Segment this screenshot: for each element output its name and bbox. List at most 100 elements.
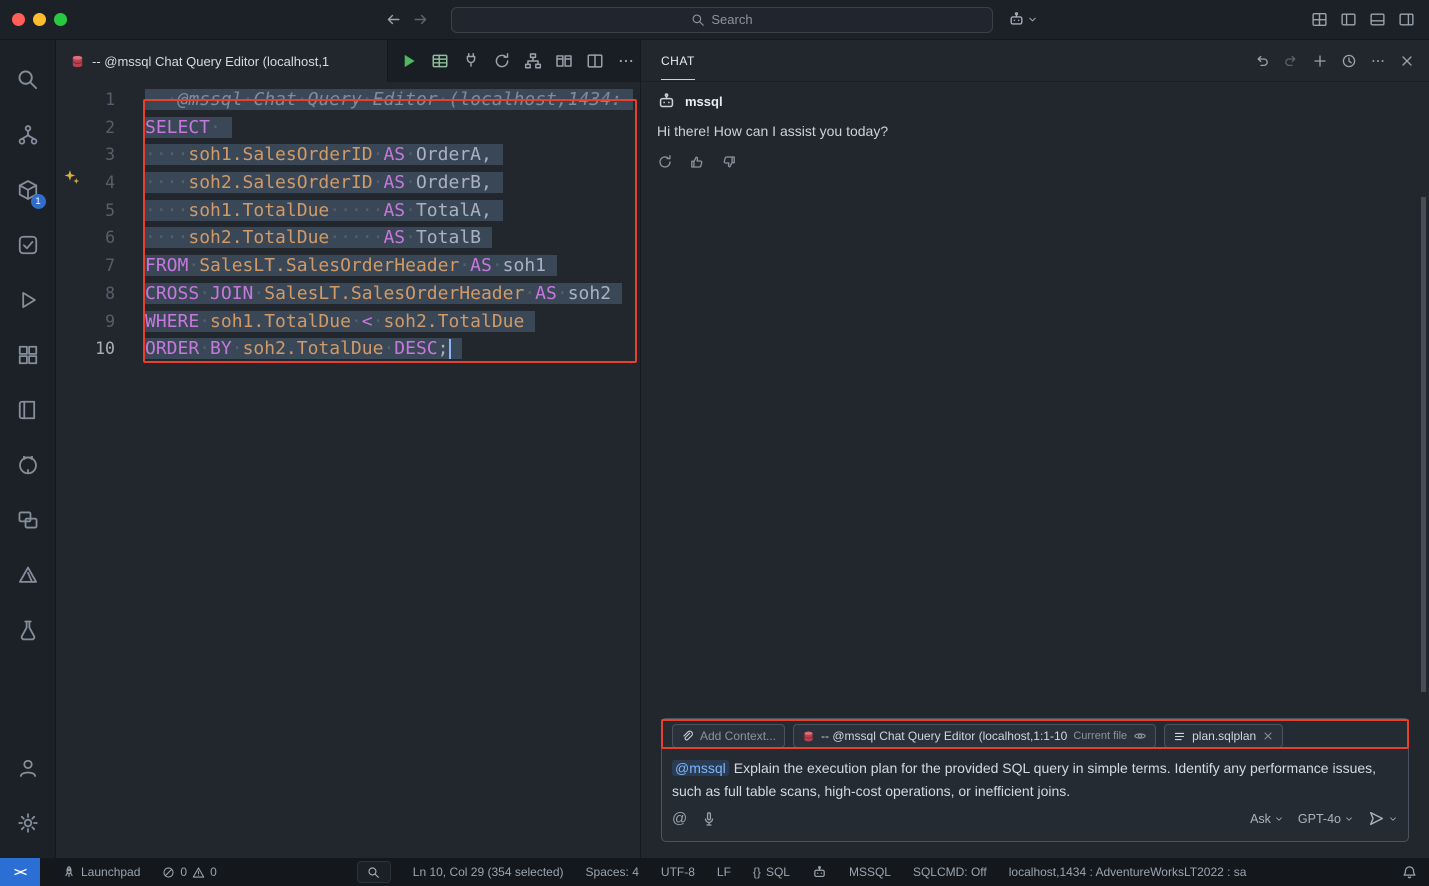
new-chat-icon[interactable] xyxy=(1312,53,1328,69)
change-connection-icon[interactable] xyxy=(493,52,511,70)
thumbs-down-icon[interactable] xyxy=(721,154,737,170)
minimize-window-button[interactable] xyxy=(33,13,46,26)
sidebar-item-fabric[interactable] xyxy=(4,602,52,657)
code-line[interactable]: 10 ORDER·BY·soh2.TotalDue·DESC; xyxy=(56,335,640,363)
statusbar-launchpad[interactable]: Launchpad xyxy=(62,865,140,879)
context-pill-sqlplan[interactable]: plan.sqlplan xyxy=(1164,724,1283,748)
mention-button[interactable]: @ xyxy=(672,810,687,827)
run-query-button[interactable] xyxy=(400,52,418,70)
code-line[interactable]: 4····soh2.SalesOrderID·AS·OrderB, xyxy=(56,169,640,197)
schema-hierarchy-icon[interactable] xyxy=(524,52,542,70)
code-lines[interactable]: 1 --·@mssql·Chat·Query·Editor·(localhost,… xyxy=(56,86,640,363)
code-editor[interactable]: 1 --·@mssql·Chat·Query·Editor·(localhost,… xyxy=(56,82,640,858)
connect-plug-icon[interactable] xyxy=(462,52,480,70)
thumbs-up-icon[interactable] xyxy=(689,154,705,170)
code-line[interactable]: 1 --·@mssql·Chat·Query·Editor·(localhost,… xyxy=(56,86,640,114)
results-grid-icon[interactable] xyxy=(431,52,449,70)
statusbar-cursor-position[interactable]: Ln 10, Col 29 (354 selected) xyxy=(413,865,564,879)
close-window-button[interactable] xyxy=(12,13,25,26)
copilot-sparkle-icon[interactable] xyxy=(63,168,80,185)
line-number[interactable]: 10 xyxy=(56,335,115,363)
toggle-panel-left-icon[interactable] xyxy=(1340,11,1357,28)
sidebar-item-search[interactable] xyxy=(4,52,52,107)
remote-indicator[interactable]: >< xyxy=(0,858,40,886)
statusbar-indentation[interactable]: Spaces: 4 xyxy=(586,865,639,879)
code-line-content[interactable]: ····soh1.TotalDue·····AS·TotalA, xyxy=(145,197,503,225)
sidebar-item-testing[interactable] xyxy=(4,217,52,272)
customize-layout-icon[interactable] xyxy=(1311,11,1328,28)
mic-icon[interactable] xyxy=(701,811,717,827)
more-actions-icon[interactable] xyxy=(617,52,635,70)
code-line-content[interactable]: ····soh2.SalesOrderID·AS·OrderB, xyxy=(145,169,503,197)
line-number[interactable]: 6 xyxy=(56,224,115,252)
code-line-content[interactable]: CROSS·JOIN·SalesLT.SalesOrderHeader·AS·s… xyxy=(145,280,622,308)
context-pill-current-file[interactable]: -- @mssql Chat Query Editor (localhost,1… xyxy=(793,724,1156,748)
sidebar-item-azure[interactable] xyxy=(4,547,52,602)
toggle-panel-right-icon[interactable] xyxy=(1398,11,1415,28)
send-options-chevron-icon[interactable] xyxy=(1388,814,1398,824)
statusbar-eol[interactable]: LF xyxy=(717,865,731,879)
chat-history-icon[interactable] xyxy=(1341,53,1357,69)
chat-redo-icon[interactable] xyxy=(1283,53,1299,69)
nav-forward-icon[interactable] xyxy=(412,11,429,28)
code-line[interactable]: 2 SELECT· xyxy=(56,114,640,142)
code-line[interactable]: 3 ····soh1.SalesOrderID·AS·OrderA, xyxy=(56,141,640,169)
close-chat-icon[interactable] xyxy=(1399,53,1415,69)
sidebar-item-source-control[interactable] xyxy=(4,107,52,162)
code-line[interactable]: 6 ····soh2.TotalDue·····AS·TotalB xyxy=(56,224,640,252)
code-line-content[interactable]: WHERE·soh1.TotalDue·<·soh2.TotalDue xyxy=(145,308,535,336)
split-editor-icon[interactable] xyxy=(586,52,604,70)
command-center-search[interactable]: Search xyxy=(451,7,993,33)
line-number[interactable]: 2 xyxy=(56,114,115,142)
sidebar-item-github[interactable] xyxy=(4,437,52,492)
eye-icon[interactable] xyxy=(1133,729,1147,743)
line-number[interactable]: 1 xyxy=(56,86,115,114)
chat-input-text[interactable]: @mssqlExplain the execution plan for the… xyxy=(672,757,1398,803)
code-line-content[interactable]: ····soh1.SalesOrderID·AS·OrderA, xyxy=(145,141,503,169)
statusbar-zoom-indicator[interactable] xyxy=(357,861,391,883)
chat-input-container[interactable]: Add Context... -- @mssql Chat Query Edit… xyxy=(661,718,1409,842)
sidebar-item-remote-explorer[interactable] xyxy=(4,492,52,547)
remove-context-icon[interactable] xyxy=(1262,730,1274,742)
regenerate-icon[interactable] xyxy=(657,154,673,170)
maximize-window-button[interactable] xyxy=(54,13,67,26)
chat-undo-icon[interactable] xyxy=(1254,53,1270,69)
account-button[interactable] xyxy=(4,740,52,795)
settings-button[interactable] xyxy=(4,795,52,850)
sidebar-item-run-debug[interactable] xyxy=(4,272,52,327)
line-number[interactable]: 3 xyxy=(56,141,115,169)
line-number[interactable]: 5 xyxy=(56,197,115,225)
statusbar-encoding[interactable]: UTF-8 xyxy=(661,865,695,879)
code-line-content[interactable]: ····soh2.TotalDue·····AS·TotalB xyxy=(145,224,492,252)
code-line-content[interactable]: SELECT· xyxy=(145,114,232,142)
tab-chat[interactable]: CHAT xyxy=(661,42,695,80)
schema-compare-icon[interactable] xyxy=(555,52,573,70)
send-button[interactable] xyxy=(1368,810,1385,827)
statusbar-problems[interactable]: 0 0 xyxy=(162,865,216,879)
code-line[interactable]: 5 ····soh1.TotalDue·····AS·TotalA, xyxy=(56,197,640,225)
statusbar-connection[interactable]: localhost,1434 : AdventureWorksLT2022 : … xyxy=(1009,865,1247,879)
copilot-menu-button[interactable] xyxy=(1008,11,1038,28)
line-number[interactable]: 9 xyxy=(56,308,115,336)
model-picker[interactable]: GPT-4o xyxy=(1298,812,1354,826)
line-number[interactable]: 7 xyxy=(56,252,115,280)
code-line[interactable]: 8CROSS·JOIN·SalesLT.SalesOrderHeader·AS·… xyxy=(56,280,640,308)
chat-mode-picker[interactable]: Ask xyxy=(1250,812,1284,826)
sidebar-item-notebooks[interactable] xyxy=(4,382,52,437)
chat-more-icon[interactable] xyxy=(1370,53,1386,69)
statusbar-copilot[interactable] xyxy=(812,865,827,880)
statusbar-mssql[interactable]: MSSQL xyxy=(849,865,891,879)
sidebar-item-extensions[interactable] xyxy=(4,327,52,382)
statusbar-sqlcmd[interactable]: SQLCMD: Off xyxy=(913,865,987,879)
code-line-content[interactable]: FROM·SalesLT.SalesOrderHeader·AS·soh1 xyxy=(145,252,557,280)
nav-back-icon[interactable] xyxy=(385,11,402,28)
editor-tab[interactable]: -- @mssql Chat Query Editor (localhost,1 xyxy=(56,40,388,82)
code-line[interactable]: 7 FROM·SalesLT.SalesOrderHeader·AS·soh1 xyxy=(56,252,640,280)
code-line-content[interactable]: ORDER·BY·soh2.TotalDue·DESC; xyxy=(145,335,462,363)
sidebar-item-database-projects[interactable]: 1 xyxy=(4,162,52,217)
statusbar-language[interactable]: {} SQL xyxy=(753,865,790,879)
add-context-button[interactable]: Add Context... xyxy=(672,724,785,748)
code-line-content[interactable]: --·@mssql·Chat·Query·Editor·(localhost,1… xyxy=(145,86,633,114)
code-line[interactable]: 9 WHERE·soh1.TotalDue·<·soh2.TotalDue xyxy=(56,308,640,336)
chat-scrollbar[interactable] xyxy=(1421,197,1426,692)
